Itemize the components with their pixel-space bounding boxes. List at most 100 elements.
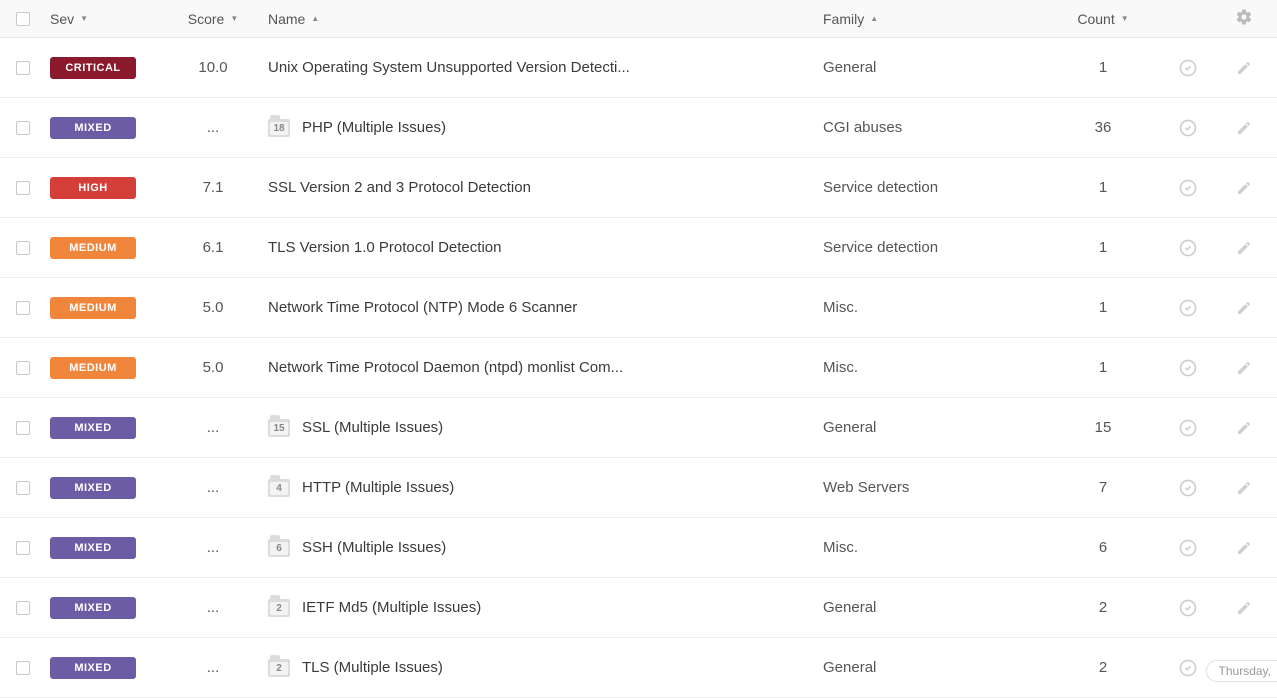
row-checkbox[interactable] bbox=[16, 541, 30, 555]
row-checkbox[interactable] bbox=[16, 661, 30, 675]
count-value: 1 bbox=[1099, 359, 1107, 376]
vulnerability-table: Sev ▼ Score ▼ Name ▲ Family ▲ Count bbox=[0, 0, 1277, 698]
col-header-name[interactable]: Name ▲ bbox=[268, 11, 319, 27]
edit-icon[interactable] bbox=[1236, 300, 1252, 316]
group-count: 2 bbox=[270, 602, 288, 615]
row-checkbox[interactable] bbox=[16, 421, 30, 435]
family-value: General bbox=[823, 419, 876, 436]
sort-desc-icon: ▼ bbox=[230, 14, 238, 23]
table-row[interactable]: MIXED...2IETF Md5 (Multiple Issues)Gener… bbox=[0, 578, 1277, 638]
count-value: 1 bbox=[1099, 299, 1107, 316]
accept-risk-icon[interactable] bbox=[1178, 118, 1198, 138]
accept-risk-icon[interactable] bbox=[1178, 298, 1198, 318]
group-count: 15 bbox=[270, 422, 288, 435]
row-checkbox[interactable] bbox=[16, 61, 30, 75]
table-row[interactable]: MIXED...15SSL (Multiple Issues)General15 bbox=[0, 398, 1277, 458]
accept-risk-icon[interactable] bbox=[1178, 658, 1198, 678]
count-value: 2 bbox=[1099, 659, 1107, 676]
score-value: ... bbox=[207, 599, 220, 616]
edit-icon[interactable] bbox=[1236, 360, 1252, 376]
vuln-name: Unix Operating System Unsupported Versio… bbox=[268, 59, 630, 76]
edit-icon[interactable] bbox=[1236, 540, 1252, 556]
family-value: Web Servers bbox=[823, 479, 909, 496]
edit-icon[interactable] bbox=[1236, 60, 1252, 76]
row-checkbox[interactable] bbox=[16, 601, 30, 615]
vuln-name: SSH (Multiple Issues) bbox=[302, 539, 446, 556]
table-row[interactable]: MIXED...6SSH (Multiple Issues)Misc.6 bbox=[0, 518, 1277, 578]
table-row[interactable]: CRITICAL 10.0 Unix Operating System Unsupp… bbox=[0, 38, 1277, 98]
folder-icon: 4 bbox=[268, 479, 290, 497]
group-count: 18 bbox=[270, 122, 288, 135]
edit-icon[interactable] bbox=[1236, 420, 1252, 436]
count-value: 36 bbox=[1095, 119, 1112, 136]
table-row[interactable]: MIXED...4HTTP (Multiple Issues)Web Serve… bbox=[0, 458, 1277, 518]
group-count: 4 bbox=[270, 482, 288, 495]
edit-icon[interactable] bbox=[1236, 600, 1252, 616]
count-value: 2 bbox=[1099, 599, 1107, 616]
severity-badge: MIXED bbox=[50, 477, 136, 499]
row-checkbox[interactable] bbox=[16, 181, 30, 195]
vuln-name: SSL Version 2 and 3 Protocol Detection bbox=[268, 179, 531, 196]
accept-risk-icon[interactable] bbox=[1178, 538, 1198, 558]
col-header-count[interactable]: Count ▼ bbox=[1053, 11, 1153, 27]
vuln-name: TLS (Multiple Issues) bbox=[302, 659, 443, 676]
accept-risk-icon[interactable] bbox=[1178, 598, 1198, 618]
select-all-checkbox[interactable] bbox=[16, 12, 30, 26]
table-row[interactable]: MEDIUM6.1TLS Version 1.0 Protocol Detect… bbox=[0, 218, 1277, 278]
accept-risk-icon[interactable] bbox=[1178, 238, 1198, 258]
count-value: 15 bbox=[1095, 419, 1112, 436]
row-checkbox[interactable] bbox=[16, 241, 30, 255]
family-value: General bbox=[823, 659, 876, 676]
row-checkbox[interactable] bbox=[16, 121, 30, 135]
edit-icon[interactable] bbox=[1236, 120, 1252, 136]
folder-icon: 2 bbox=[268, 599, 290, 617]
score-value: ... bbox=[207, 119, 220, 136]
row-checkbox[interactable] bbox=[16, 481, 30, 495]
row-checkbox[interactable] bbox=[16, 361, 30, 375]
folder-icon: 18 bbox=[268, 119, 290, 137]
vuln-name: TLS Version 1.0 Protocol Detection bbox=[268, 239, 501, 256]
row-checkbox[interactable] bbox=[16, 301, 30, 315]
family-value: General bbox=[823, 599, 876, 616]
score-value: 10.0 bbox=[198, 59, 227, 76]
col-header-sev[interactable]: Sev ▼ bbox=[50, 11, 88, 27]
edit-icon[interactable] bbox=[1236, 180, 1252, 196]
family-value: General bbox=[823, 59, 876, 76]
table-row[interactable]: MEDIUM5.0Network Time Protocol Daemon (n… bbox=[0, 338, 1277, 398]
family-value: Misc. bbox=[823, 359, 858, 376]
score-value: ... bbox=[207, 659, 220, 676]
score-value: 5.0 bbox=[203, 359, 224, 376]
table-row[interactable]: MIXED...2TLS (Multiple Issues)General2 bbox=[0, 638, 1277, 698]
severity-badge: MIXED bbox=[50, 657, 136, 679]
table-row[interactable]: HIGH7.1SSL Version 2 and 3 Protocol Dete… bbox=[0, 158, 1277, 218]
family-value: Misc. bbox=[823, 539, 858, 556]
col-header-score[interactable]: Score ▼ bbox=[158, 11, 268, 27]
accept-risk-icon[interactable] bbox=[1178, 178, 1198, 198]
severity-badge: MEDIUM bbox=[50, 237, 136, 259]
score-value: 5.0 bbox=[203, 299, 224, 316]
score-value: ... bbox=[207, 419, 220, 436]
accept-risk-icon[interactable] bbox=[1178, 478, 1198, 498]
accept-risk-icon[interactable] bbox=[1178, 358, 1198, 378]
sort-asc-icon: ▲ bbox=[870, 14, 878, 23]
severity-badge: MIXED bbox=[50, 537, 136, 559]
table-header: Sev ▼ Score ▼ Name ▲ Family ▲ Count bbox=[0, 0, 1277, 38]
col-header-count-label: Count bbox=[1077, 11, 1114, 27]
edit-icon[interactable] bbox=[1236, 480, 1252, 496]
gear-icon[interactable] bbox=[1235, 8, 1253, 29]
sort-desc-icon: ▼ bbox=[1121, 14, 1129, 23]
accept-risk-icon[interactable] bbox=[1178, 418, 1198, 438]
accept-risk-icon[interactable] bbox=[1178, 58, 1198, 78]
family-value: Service detection bbox=[823, 239, 938, 256]
severity-badge: CRITICAL bbox=[50, 57, 136, 79]
count-value: 6 bbox=[1099, 539, 1107, 556]
table-row[interactable]: MIXED...18PHP (Multiple Issues)CGI abuse… bbox=[0, 98, 1277, 158]
edit-icon[interactable] bbox=[1236, 240, 1252, 256]
vuln-name: SSL (Multiple Issues) bbox=[302, 419, 443, 436]
table-row[interactable]: MEDIUM5.0Network Time Protocol (NTP) Mod… bbox=[0, 278, 1277, 338]
severity-badge: HIGH bbox=[50, 177, 136, 199]
col-header-family[interactable]: Family ▲ bbox=[823, 11, 878, 27]
count-value: 1 bbox=[1099, 239, 1107, 256]
sort-desc-icon: ▼ bbox=[80, 14, 88, 23]
severity-badge: MEDIUM bbox=[50, 357, 136, 379]
